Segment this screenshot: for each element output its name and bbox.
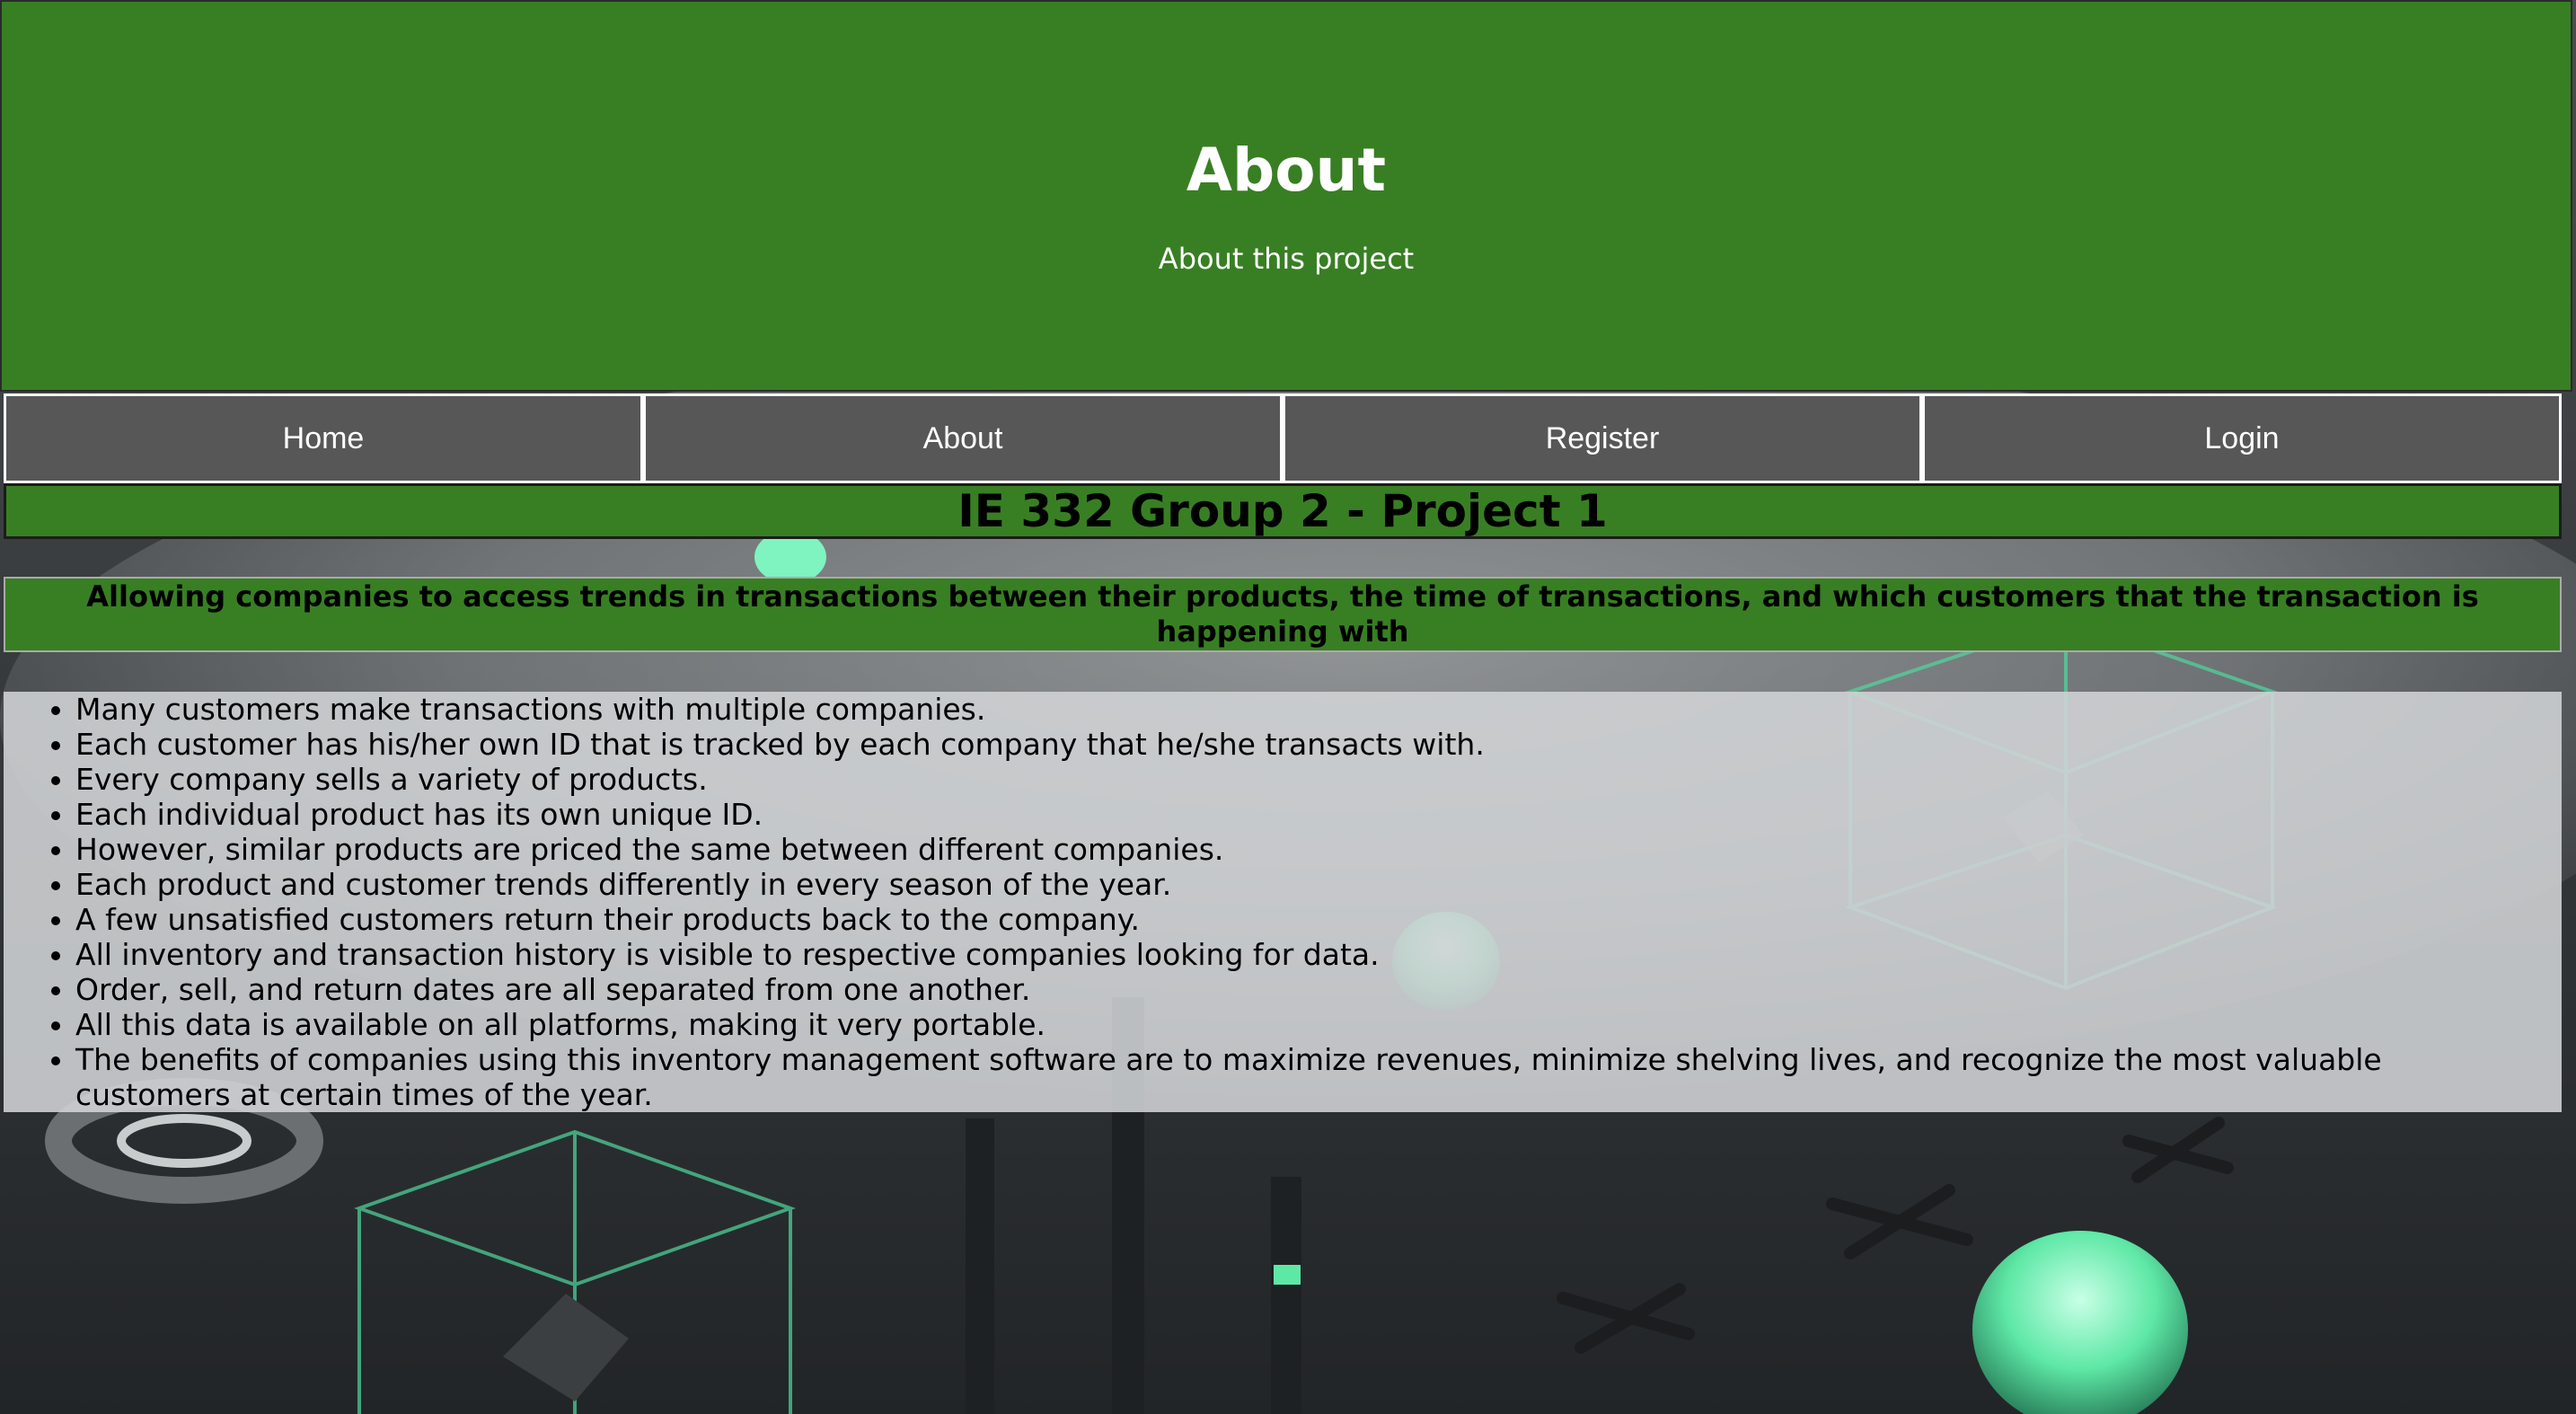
list-item: Each product and customer trends differe…	[75, 867, 2526, 902]
page-subtitle: About this project	[1158, 242, 1415, 276]
nav-item-register[interactable]: Register	[1283, 393, 1922, 483]
page-header: About About this project	[0, 0, 2572, 392]
page-title: About	[1186, 136, 1387, 205]
nav-item-home[interactable]: Home	[4, 393, 643, 483]
list-item: Many customers make transactions with mu…	[75, 692, 2526, 727]
list-item: Each customer has his/her own ID that is…	[75, 727, 2526, 762]
nav-item-login[interactable]: Login	[1922, 393, 2562, 483]
list-item: Every company sells a variety of product…	[75, 762, 2526, 797]
list-item: A few unsatisfied customers return their…	[75, 902, 2526, 937]
project-tagline: Allowing companies to access trends in t…	[4, 577, 2562, 652]
list-item: All this data is available on all platfo…	[75, 1007, 2526, 1042]
list-item: Order, sell, and return dates are all se…	[75, 972, 2526, 1007]
facts-list: Many customers make transactions with mu…	[4, 692, 2562, 1112]
nav-item-about[interactable]: About	[643, 393, 1283, 483]
list-item: The benefits of companies using this inv…	[75, 1042, 2526, 1112]
list-item: All inventory and transaction history is…	[75, 937, 2526, 972]
project-title: IE 332 Group 2 - Project 1	[4, 483, 2562, 539]
list-item: Each individual product has its own uniq…	[75, 797, 2526, 832]
main-nav: Home About Register Login	[4, 393, 2562, 483]
list-item: However, similar products are priced the…	[75, 832, 2526, 867]
